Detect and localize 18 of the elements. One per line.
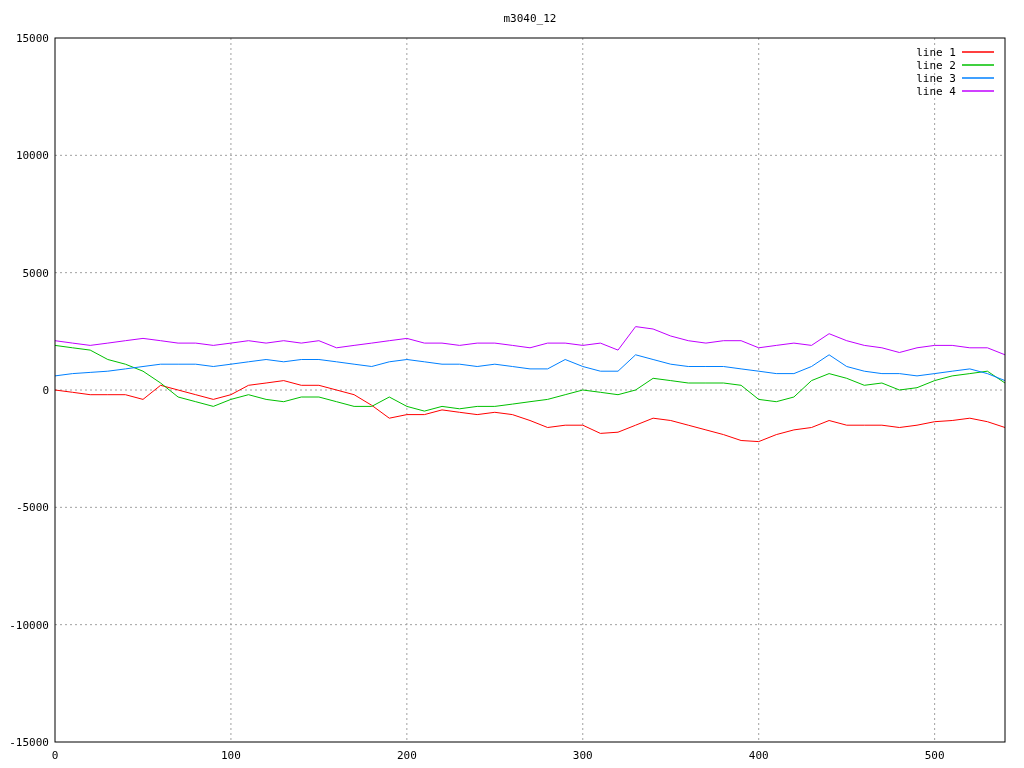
chart-title: m3040_12	[503, 12, 557, 25]
y-tick-label: -15000	[9, 736, 49, 749]
x-tick-label: 100	[221, 749, 241, 762]
x-tick-label: 400	[748, 749, 769, 762]
x-tick-label: 0	[51, 749, 59, 762]
y-tick-label: -10000	[9, 618, 49, 632]
legend-label: line 2	[916, 59, 956, 72]
x-tick-label: 500	[924, 749, 945, 762]
legend-label: line 1	[916, 46, 956, 59]
x-tick-label: 300	[572, 749, 593, 762]
y-tick-label: 10000	[15, 149, 49, 163]
legend-label: line 3	[916, 72, 956, 85]
y-tick-label: -5000	[15, 501, 49, 515]
y-tick-label: 5000	[22, 266, 49, 280]
y-tick-label: 15000	[15, 32, 49, 45]
y-tick-label: 0	[42, 384, 49, 397]
legend-label: line 4	[916, 85, 956, 98]
x-tick-label: 200	[396, 749, 417, 762]
